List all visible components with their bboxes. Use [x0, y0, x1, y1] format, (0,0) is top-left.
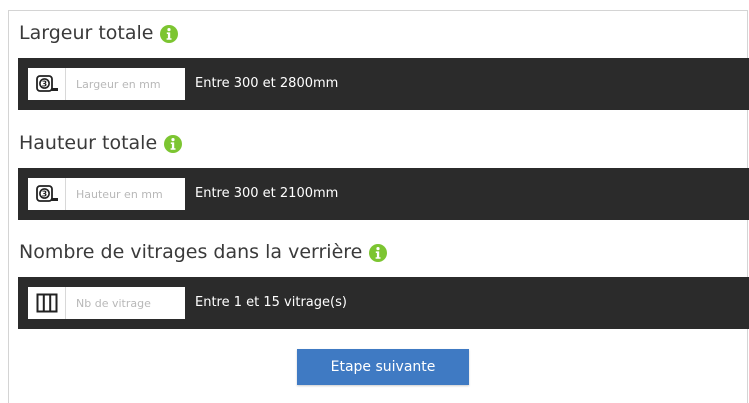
info-icon[interactable] — [160, 24, 179, 43]
window-panes-icon — [28, 287, 66, 319]
next-step-button[interactable]: Etape suivante — [297, 349, 469, 385]
glazing-input-group — [28, 287, 185, 319]
width-range-hint: Entre 300 et 2800mm — [195, 76, 339, 91]
width-section-title: Largeur totale — [19, 22, 179, 44]
svg-text:3: 3 — [41, 79, 46, 88]
glazing-title-label: Nombre de vitrages dans la verrière — [19, 241, 363, 263]
info-icon[interactable] — [369, 243, 388, 262]
svg-text:3: 3 — [41, 189, 46, 198]
height-input-group: 3 — [28, 178, 185, 210]
width-title-label: Largeur totale — [19, 22, 154, 44]
width-input-group: 3 — [28, 68, 185, 100]
height-input[interactable] — [66, 178, 184, 210]
glazing-section-title: Nombre de vitrages dans la verrière — [19, 241, 388, 263]
glazing-input-bar: Entre 1 et 15 vitrage(s) — [18, 277, 749, 329]
tape-measure-icon: 3 — [28, 68, 66, 100]
glazing-count-input[interactable] — [66, 287, 184, 319]
height-input-bar: 3 Entre 300 et 2100mm — [18, 168, 749, 220]
height-title-label: Hauteur totale — [19, 132, 158, 154]
tape-measure-icon: 3 — [28, 178, 66, 210]
width-input[interactable] — [66, 68, 184, 100]
height-section-title: Hauteur totale — [19, 132, 183, 154]
info-icon[interactable] — [164, 134, 183, 153]
height-range-hint: Entre 300 et 2100mm — [195, 186, 339, 201]
width-input-bar: 3 Entre 300 et 2800mm — [18, 58, 749, 110]
glazing-range-hint: Entre 1 et 15 vitrage(s) — [195, 295, 347, 310]
